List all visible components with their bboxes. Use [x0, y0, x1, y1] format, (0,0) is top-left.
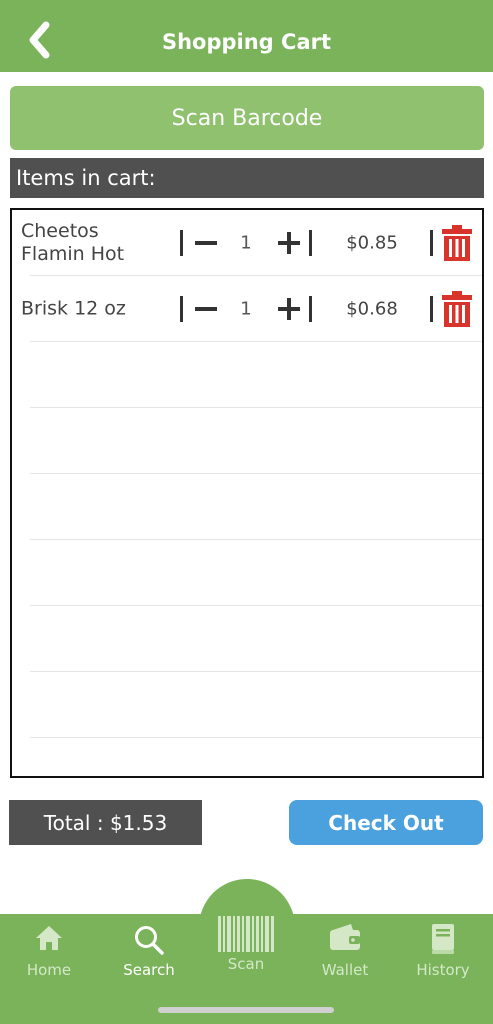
- item-name-line-1: Brisk 12 oz: [21, 297, 126, 320]
- empty-row: [12, 606, 482, 672]
- wallet-icon: [330, 924, 360, 950]
- delete-item-button[interactable]: [442, 291, 472, 327]
- tab-history[interactable]: History: [394, 914, 492, 984]
- divider: [180, 230, 183, 256]
- tab-scan[interactable]: Scan: [197, 900, 295, 973]
- item-quantity: 1: [240, 232, 252, 254]
- empty-row: [12, 342, 482, 408]
- book-icon: [432, 924, 454, 954]
- tab-label: History: [416, 961, 470, 979]
- home-indicator: [158, 1007, 334, 1013]
- scan-barcode-button[interactable]: Scan Barcode: [10, 86, 484, 150]
- search-icon: [135, 926, 164, 955]
- tab-label: Scan: [227, 955, 265, 973]
- items-in-cart-header: Items in cart:: [10, 158, 484, 198]
- cart-item-list[interactable]: Cheetos Flamin Hot 1 $0.85 Brisk 12 oz 1…: [10, 208, 484, 778]
- item-name: Cheetos Flamin Hot: [21, 220, 171, 266]
- item-price: $0.68: [346, 298, 398, 320]
- item-price: $0.85: [346, 232, 398, 254]
- item-name-line-1: Cheetos: [21, 220, 99, 242]
- divider: [430, 296, 433, 322]
- barcode-icon: [218, 916, 274, 952]
- decrease-quantity-button[interactable]: [195, 307, 217, 311]
- row-divider: [30, 737, 482, 738]
- trash-icon: [442, 291, 472, 327]
- app-screen: Shopping Cart Scan Barcode Items in cart…: [0, 0, 493, 1024]
- checkout-button[interactable]: Check Out: [289, 800, 483, 845]
- item-quantity: 1: [240, 298, 252, 320]
- item-name: Brisk 12 oz: [21, 298, 171, 321]
- delete-item-button[interactable]: [442, 225, 472, 261]
- tab-home[interactable]: Home: [0, 914, 98, 984]
- cart-item-row: Cheetos Flamin Hot 1 $0.85: [12, 210, 482, 276]
- divider: [430, 230, 433, 256]
- tab-label: Search: [123, 961, 175, 979]
- empty-row: [12, 672, 482, 738]
- empty-row: [12, 408, 482, 474]
- tab-search[interactable]: Search: [100, 914, 198, 984]
- divider: [309, 296, 312, 322]
- tab-label: Wallet: [321, 961, 369, 979]
- cart-item-row: Brisk 12 oz 1 $0.68: [12, 276, 482, 342]
- tab-label: Home: [26, 961, 72, 979]
- cart-total: Total : $1.53: [9, 800, 202, 845]
- item-name-line-2: Flamin Hot: [21, 243, 125, 265]
- empty-row: [12, 474, 482, 540]
- tab-wallet[interactable]: Wallet: [296, 914, 394, 984]
- page-title: Shopping Cart: [161, 30, 332, 54]
- top-header: Shopping Cart: [0, 0, 493, 72]
- home-icon: [36, 926, 62, 950]
- divider: [180, 296, 183, 322]
- empty-row: [12, 540, 482, 606]
- increase-quantity-button[interactable]: [278, 232, 300, 254]
- decrease-quantity-button[interactable]: [195, 241, 217, 245]
- increase-quantity-button[interactable]: [278, 298, 300, 320]
- trash-icon: [442, 225, 472, 261]
- divider: [309, 230, 312, 256]
